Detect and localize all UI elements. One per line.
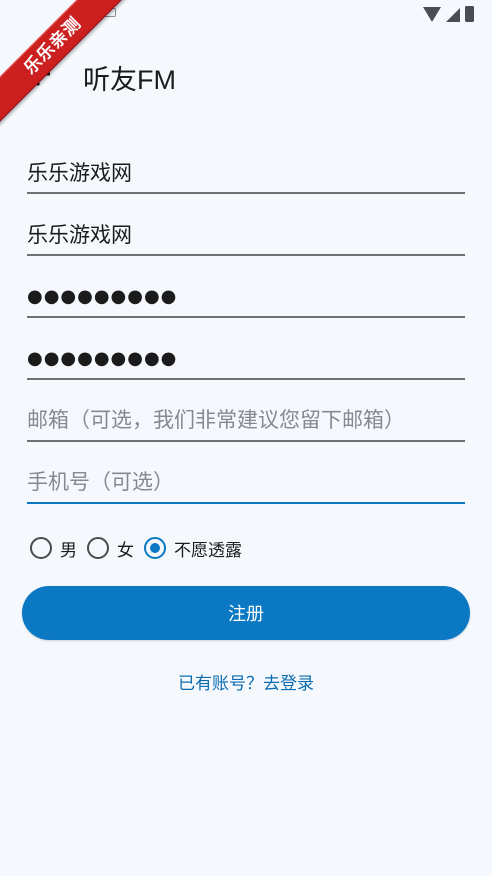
nickname-input[interactable] (27, 214, 465, 254)
register-button[interactable]: 注册 (22, 586, 470, 640)
radio-checked-icon[interactable] (144, 537, 166, 559)
wifi-icon (423, 7, 441, 22)
gender-label-male: 男 (60, 540, 77, 561)
gender-radio-group: 男 女 不愿透露 (30, 532, 252, 564)
gender-option-undisclosed[interactable]: 不愿透露 (144, 536, 242, 561)
phone-field[interactable] (27, 462, 465, 504)
login-link[interactable]: 已有账号？去登录 (0, 669, 492, 694)
signal-icon (446, 8, 460, 22)
gender-option-male[interactable]: 男 (30, 536, 77, 561)
nickname-field[interactable] (27, 214, 465, 256)
watermark-ribbon: 乐乐亲测 (0, 0, 140, 140)
gender-label-undisclosed: 不愿透露 (174, 540, 242, 561)
username-input[interactable] (27, 152, 465, 192)
watermark-text: 乐乐亲测 (0, 0, 132, 125)
radio-unchecked-icon[interactable] (30, 537, 52, 559)
username-field[interactable] (27, 152, 465, 194)
password-field[interactable] (27, 276, 465, 318)
gender-label-female: 女 (117, 540, 134, 561)
radio-unchecked-icon[interactable] (87, 537, 109, 559)
confirm-password-input[interactable] (27, 338, 465, 378)
confirm-password-field[interactable] (27, 338, 465, 380)
email-input[interactable] (27, 400, 465, 440)
battery-icon (465, 6, 474, 22)
password-input[interactable] (27, 276, 465, 316)
gender-option-female[interactable]: 女 (87, 536, 134, 561)
phone-input[interactable] (27, 462, 465, 502)
email-field[interactable] (27, 400, 465, 442)
